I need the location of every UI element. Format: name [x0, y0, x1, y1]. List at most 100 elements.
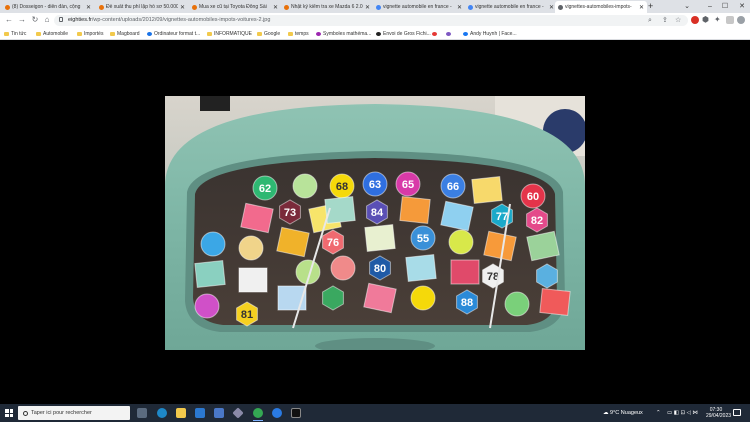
- bookmark-item[interactable]: Importés: [77, 29, 103, 38]
- bookmark-item[interactable]: [446, 29, 453, 38]
- tax-sticker: [483, 230, 517, 262]
- browser-tab[interactable]: (8) Dosseigon - diễn đàn, cộng ✕: [2, 1, 94, 13]
- folder-icon: [257, 31, 262, 36]
- bookmark-item[interactable]: INFORMATIQUE: [207, 29, 252, 38]
- share-icon[interactable]: ⇪: [662, 16, 668, 25]
- mail-icon[interactable]: [195, 408, 205, 418]
- tab-close-icon[interactable]: ✕: [639, 4, 644, 11]
- tab-label: Mua xe cũ tại Toyota Đông Sài: [199, 4, 267, 10]
- folder-icon: [36, 31, 41, 36]
- sticker-number: 63: [369, 179, 381, 191]
- browser-tab[interactable]: Đề xuất thu phí lập hồ sơ 50.000 ✕: [96, 1, 188, 13]
- store-icon[interactable]: [214, 408, 224, 418]
- lock-icon[interactable]: [59, 17, 63, 22]
- bookmark-label: Symboles mathéma...: [323, 30, 372, 37]
- side-panel-icon[interactable]: [726, 16, 734, 24]
- site-favicon-icon: [446, 31, 451, 36]
- home-icon[interactable]: ⌂: [42, 15, 52, 25]
- tax-sticker: [238, 267, 268, 293]
- browser-tab[interactable]: Mua xe cũ tại Toyota Đông Sài ✕: [189, 1, 281, 13]
- tab-close-icon[interactable]: ✕: [86, 4, 91, 11]
- extensions-puzzle-icon[interactable]: ✦: [714, 15, 721, 25]
- url-text[interactable]: eighties.fr/wp-content/uploads/2012/09/v…: [68, 15, 270, 26]
- browser-tab[interactable]: vignettes-automobiles-impots- ✕: [555, 1, 647, 13]
- tab-close-icon[interactable]: ✕: [180, 4, 185, 11]
- tab-search-icon[interactable]: ⌄: [680, 0, 694, 13]
- app-icon[interactable]: [232, 407, 244, 419]
- tax-sticker: [410, 285, 436, 311]
- bookmark-label: Andy Huynh | Face...: [470, 30, 517, 37]
- bookmark-item[interactable]: Ordinateur format t...: [147, 29, 200, 38]
- taskbar-search-box[interactable]: Taper ici pour rechercher: [18, 406, 130, 420]
- close-window-button[interactable]: ✕: [735, 0, 749, 13]
- sticker-number: 68: [336, 181, 348, 193]
- forward-icon[interactable]: →: [17, 15, 27, 25]
- start-button[interactable]: [5, 409, 13, 417]
- system-clock[interactable]: 07:30 29/04/2023: [706, 407, 731, 419]
- notification-icon[interactable]: [733, 409, 741, 416]
- cloud-icon: ☁: [603, 410, 609, 416]
- tab-close-icon[interactable]: ✕: [549, 4, 554, 11]
- bookmark-item[interactable]: Symboles mathéma...: [316, 29, 371, 38]
- tax-sticker: [539, 288, 571, 316]
- tax-sticker: 55: [410, 225, 436, 251]
- bookmark-item[interactable]: Tin tức: [4, 29, 26, 38]
- tax-sticker: [194, 293, 220, 319]
- address-bar[interactable]: eighties.fr/wp-content/uploads/2012/09/v…: [54, 15, 688, 26]
- tab-label: vignette automobile en france -: [383, 4, 452, 10]
- bookmark-item[interactable]: [432, 29, 439, 38]
- tax-sticker: [330, 255, 356, 281]
- bookmark-item[interactable]: Automobile: [36, 29, 68, 38]
- zoom-icon[interactable]: ⌕: [648, 16, 652, 25]
- browser-tab[interactable]: vignette automobile en france - ✕: [373, 1, 465, 13]
- bookmark-item[interactable]: Google: [257, 29, 280, 38]
- tab-favicon-icon: [376, 4, 381, 10]
- folder-icon: [288, 31, 293, 36]
- reload-icon[interactable]: ↻: [30, 15, 40, 25]
- edge-icon[interactable]: [157, 408, 167, 418]
- tab-label: (8) Dosseigon - diễn đàn, cộng: [12, 4, 81, 10]
- bookmark-label: Importés: [84, 30, 104, 37]
- minimize-button[interactable]: –: [703, 0, 717, 13]
- site-favicon-icon: [147, 31, 152, 36]
- bookmark-label: Ordinateur format t...: [154, 30, 201, 37]
- tax-sticker: 65: [395, 171, 421, 197]
- bookmark-label: Envoi de Gros Fichi...: [383, 30, 431, 37]
- chrome-icon[interactable]: [253, 408, 263, 418]
- file-explorer-icon[interactable]: [176, 408, 186, 418]
- sticker-number: 76: [327, 237, 339, 249]
- bookmark-item[interactable]: Andy Huynh | Face...: [463, 29, 517, 38]
- bookmark-item[interactable]: Magboard: [110, 29, 140, 38]
- image-viewer: 62 68 63 65 66 60 73 84 77 82 76 55 80 78 81 88: [0, 40, 750, 404]
- tax-sticker: 63: [362, 171, 388, 197]
- tray-icons[interactable]: ▭ ◧ ⊡ ◁ ⋈: [667, 408, 698, 418]
- tax-sticker: [526, 230, 560, 262]
- terminal-icon[interactable]: [291, 408, 301, 418]
- tab-favicon-icon: [558, 4, 563, 10]
- browser-tab[interactable]: Nhật ký kiểm tra xe Mazda 6 2.0 ✕: [281, 1, 373, 13]
- browser-tab[interactable]: vignette automobile en france - ✕: [465, 1, 557, 13]
- back-icon[interactable]: ←: [4, 15, 14, 25]
- tab-close-icon[interactable]: ✕: [365, 4, 370, 11]
- tray-chevron-icon[interactable]: ⌃: [656, 408, 661, 418]
- messenger-icon[interactable]: [272, 408, 282, 418]
- tab-close-icon[interactable]: ✕: [457, 4, 462, 11]
- extension-icon[interactable]: ⬢: [702, 15, 709, 25]
- profile-avatar[interactable]: [737, 16, 745, 24]
- maximize-button[interactable]: ☐: [718, 0, 732, 13]
- bookmark-star-icon[interactable]: ☆: [675, 16, 681, 25]
- weather-widget[interactable]: ☁ 9°C Nuageux: [603, 408, 643, 418]
- bookmark-item[interactable]: Envoi de Gros Fichi...: [376, 29, 431, 38]
- tax-sticker: 68: [329, 173, 355, 199]
- tax-sticker: 66: [440, 173, 466, 199]
- bookmark-label: temps: [295, 30, 309, 37]
- adblock-extension-icon[interactable]: [691, 16, 699, 24]
- new-tab-button[interactable]: +: [648, 1, 653, 12]
- task-view-icon[interactable]: [137, 408, 147, 418]
- tab-label: vignettes-automobiles-impots-: [565, 4, 632, 10]
- tab-close-icon[interactable]: ✕: [273, 4, 278, 11]
- bookmark-item[interactable]: temps: [288, 29, 309, 38]
- tab-favicon-icon: [468, 4, 473, 10]
- tax-sticker: [240, 202, 274, 234]
- site-favicon-icon: [463, 31, 468, 36]
